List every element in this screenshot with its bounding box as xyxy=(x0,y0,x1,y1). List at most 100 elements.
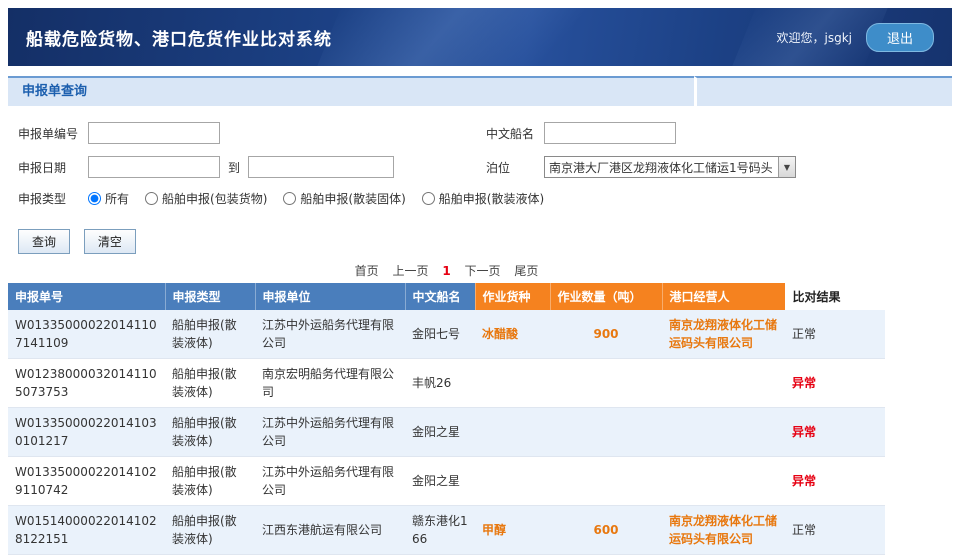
cargo-qty-cell xyxy=(550,359,662,408)
radio-packaged-goods-input[interactable] xyxy=(145,192,158,205)
date-to-input[interactable] xyxy=(248,156,394,178)
declaration-no-cell: W013350000220141107141109 xyxy=(8,310,165,359)
radio-bulk-solid-input[interactable] xyxy=(283,192,296,205)
chevron-down-icon[interactable]: ▼ xyxy=(778,157,795,177)
radio-bulk-liquid-input[interactable] xyxy=(422,192,435,205)
berth-label: 泊位 xyxy=(486,159,544,176)
table-row: W013350000220141030101217 船舶申报(散装液体) 江苏中… xyxy=(8,408,885,457)
cargo-qty-cell xyxy=(550,457,662,506)
welcome-text: 欢迎您，jsgkj xyxy=(776,29,852,46)
ship-name-cell: 赣东港化166 xyxy=(405,506,475,555)
date-from-input[interactable] xyxy=(88,156,220,178)
compare-result-cell: 正常 xyxy=(785,506,885,555)
header-ship-name: 中文船名 xyxy=(405,283,475,310)
declaration-type-cell: 船舶申报(散装液体) xyxy=(165,310,255,359)
form-row-2: 申报日期 到 泊位 南京港大厂港区龙翔液体化工储运1号码头 ▼ xyxy=(18,156,952,181)
date-label: 申报日期 xyxy=(18,159,88,176)
declaration-unit-cell: 江苏中外运船务代理有限公司 xyxy=(255,408,405,457)
cargo-type-cell: 冰醋酸 xyxy=(475,310,550,359)
section-header: 申报单查询 xyxy=(8,76,952,106)
cargo-type-cell: 甲醇 xyxy=(475,506,550,555)
declaration-no-label: 申报单编号 xyxy=(18,125,88,142)
header-declaration-no: 申报单号 xyxy=(8,283,165,310)
pagination-current-page: 1 xyxy=(442,264,450,278)
port-operator-cell xyxy=(662,457,785,506)
declaration-unit-cell: 江苏中外运船务代理有限公司 xyxy=(255,457,405,506)
type-label: 申报类型 xyxy=(18,190,88,207)
form-buttons: 查询 清空 xyxy=(18,229,952,254)
header-declaration-unit: 申报单位 xyxy=(255,283,405,310)
logout-button[interactable]: 退出 xyxy=(866,23,934,52)
ship-name-cell: 金阳之星 xyxy=(405,457,475,506)
table-header-row: 申报单号 申报类型 申报单位 中文船名 作业货种 作业数量（吨） 港口经营人 比… xyxy=(8,283,885,310)
pagination-first[interactable]: 首页 xyxy=(355,264,379,278)
app-header: 船载危险货物、港口危货作业比对系统 欢迎您，jsgkj 退出 xyxy=(8,8,952,66)
compare-result-cell: 异常 xyxy=(785,408,885,457)
form-row-3: 申报类型 所有 船舶申报(包装货物) 船舶申报(散装固体) xyxy=(18,190,952,215)
cargo-qty-cell: 600 xyxy=(550,506,662,555)
pagination-last[interactable]: 尾页 xyxy=(514,264,538,278)
radio-bulk-solid-label: 船舶申报(散装固体) xyxy=(300,190,405,207)
cargo-qty-cell xyxy=(550,408,662,457)
declaration-type-cell: 船舶申报(散装液体) xyxy=(165,506,255,555)
date-to-label: 到 xyxy=(228,159,240,176)
page: 船载危险货物、港口危货作业比对系统 欢迎您，jsgkj 退出 申报单查询 申报单… xyxy=(8,8,952,555)
declaration-no-cell: W013350000220141030101217 xyxy=(8,408,165,457)
table-row: W013350000220141107141109 船舶申报(散装液体) 江苏中… xyxy=(8,310,885,359)
port-operator-cell: 南京龙翔液体化工储运码头有限公司 xyxy=(662,506,785,555)
port-operator-cell xyxy=(662,359,785,408)
query-button[interactable]: 查询 xyxy=(18,229,70,254)
compare-result-cell: 正常 xyxy=(785,310,885,359)
section-header-right-segment xyxy=(694,76,952,106)
radio-packaged-goods-label: 船舶申报(包装货物) xyxy=(162,190,267,207)
section-title: 申报单查询 xyxy=(22,84,87,99)
cargo-type-cell xyxy=(475,359,550,408)
declaration-unit-cell: 南京宏明船务代理有限公司 xyxy=(255,359,405,408)
declaration-no-input[interactable] xyxy=(88,122,220,144)
berth-select[interactable]: 南京港大厂港区龙翔液体化工储运1号码头 ▼ xyxy=(544,156,796,178)
compare-result-cell: 异常 xyxy=(785,457,885,506)
radio-all[interactable]: 所有 xyxy=(88,190,129,207)
declaration-no-cell: W012380000320141105073753 xyxy=(8,359,165,408)
declaration-type-radios: 所有 船舶申报(包装货物) 船舶申报(散装固体) 船舶申报(散装液体) xyxy=(88,190,544,207)
radio-bulk-liquid-label: 船舶申报(散装液体) xyxy=(439,190,544,207)
header-compare-result: 比对结果 xyxy=(785,283,885,310)
header-cargo-type: 作业货种 xyxy=(475,283,550,310)
header-cargo-qty: 作业数量（吨） xyxy=(550,283,662,310)
pagination-next[interactable]: 下一页 xyxy=(465,264,501,278)
header-port-operator: 港口经营人 xyxy=(662,283,785,310)
radio-bulk-liquid[interactable]: 船舶申报(散装液体) xyxy=(422,190,544,207)
radio-packaged-goods[interactable]: 船舶申报(包装货物) xyxy=(145,190,267,207)
form-row-1: 申报单编号 中文船名 xyxy=(18,122,952,147)
radio-all-input[interactable] xyxy=(88,192,101,205)
berth-group: 泊位 南京港大厂港区龙翔液体化工储运1号码头 ▼ xyxy=(486,156,796,178)
header-right: 欢迎您，jsgkj 退出 xyxy=(776,23,934,52)
ship-name-cell: 丰帆26 xyxy=(405,359,475,408)
date-range-group: 申报日期 到 xyxy=(18,156,394,178)
ship-name-cell: 金阳七号 xyxy=(405,310,475,359)
cargo-type-cell xyxy=(475,457,550,506)
radio-all-label: 所有 xyxy=(105,190,129,207)
declaration-unit-cell: 江苏中外运船务代理有限公司 xyxy=(255,310,405,359)
type-group: 申报类型 所有 船舶申报(包装货物) 船舶申报(散装固体) xyxy=(18,190,544,207)
clear-button[interactable]: 清空 xyxy=(84,229,136,254)
declaration-no-cell: W013350000220141029110742 xyxy=(8,457,165,506)
port-operator-cell xyxy=(662,408,785,457)
app-title: 船载危险货物、港口危货作业比对系统 xyxy=(26,25,332,50)
declaration-unit-cell: 江西东港航运有限公司 xyxy=(255,506,405,555)
compare-result-cell: 异常 xyxy=(785,359,885,408)
ship-name-cell: 金阳之星 xyxy=(405,408,475,457)
declaration-no-cell: W015140000220141028122151 xyxy=(8,506,165,555)
cargo-type-cell xyxy=(475,408,550,457)
table-row: W012380000320141105073753 船舶申报(散装液体) 南京宏… xyxy=(8,359,885,408)
radio-bulk-solid[interactable]: 船舶申报(散装固体) xyxy=(283,190,405,207)
results-table: 申报单号 申报类型 申报单位 中文船名 作业货种 作业数量（吨） 港口经营人 比… xyxy=(8,283,885,555)
ship-name-group: 中文船名 xyxy=(486,122,676,144)
ship-name-input[interactable] xyxy=(544,122,676,144)
pagination-prev[interactable]: 上一页 xyxy=(392,264,428,278)
cargo-qty-cell: 900 xyxy=(550,310,662,359)
table-row: W013350000220141029110742 船舶申报(散装液体) 江苏中… xyxy=(8,457,885,506)
declaration-no-group: 申报单编号 xyxy=(18,122,220,144)
header-declaration-type: 申报类型 xyxy=(165,283,255,310)
berth-selected-value: 南京港大厂港区龙翔液体化工储运1号码头 xyxy=(545,159,778,176)
